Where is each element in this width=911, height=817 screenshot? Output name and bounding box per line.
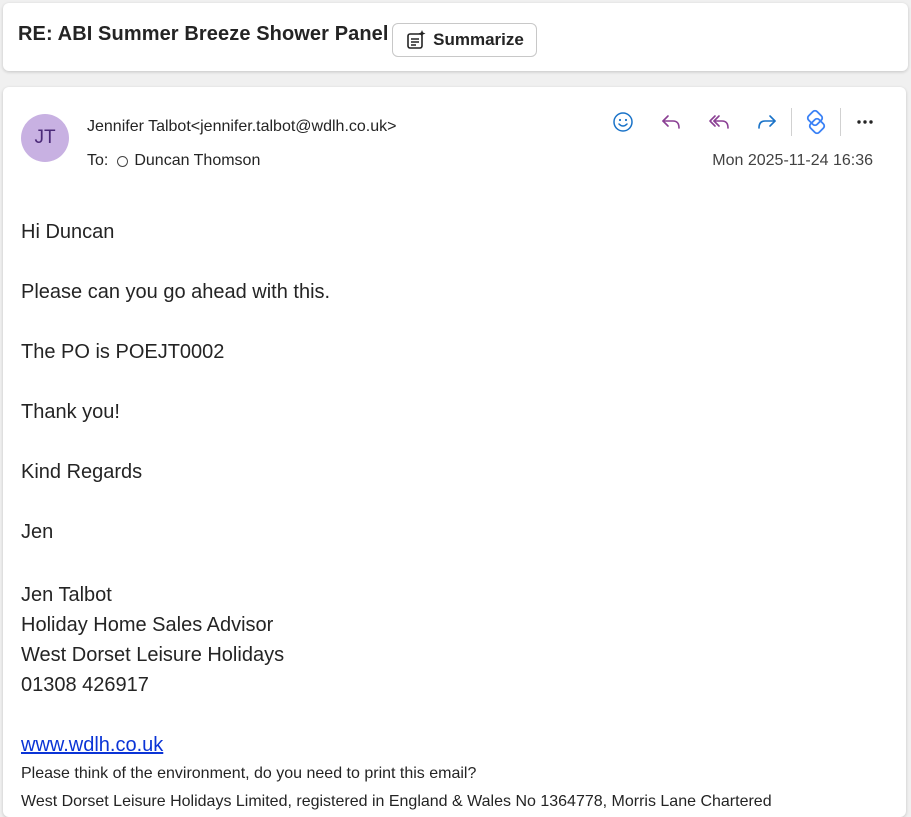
loop-icon[interactable] bbox=[803, 109, 829, 135]
signature-title: Holiday Home Sales Advisor bbox=[21, 614, 274, 636]
summarize-label: Summarize bbox=[433, 30, 524, 49]
body-line: Thank you! bbox=[21, 401, 120, 423]
smiley-icon[interactable] bbox=[610, 109, 636, 135]
subject-header: RE: ABI Summer Breeze Shower Panel Summa… bbox=[3, 3, 908, 71]
message-actions bbox=[610, 108, 878, 136]
greeting: Hi Duncan bbox=[21, 221, 115, 243]
body-line: The PO is POEJT0002 bbox=[21, 341, 225, 363]
sent-date: Mon 2025-11-24 16:36 bbox=[712, 152, 873, 169]
message-card: JT Jennifer Talbot<jennifer.talbot@wdlh.… bbox=[3, 87, 906, 817]
body-line: Please can you go ahead with this. bbox=[21, 281, 331, 303]
email-subject: RE: ABI Summer Breeze Shower Panel bbox=[18, 23, 389, 45]
message-body: Hi Duncan Please can you go ahead with t… bbox=[21, 220, 772, 816]
avatar[interactable]: JT bbox=[21, 114, 69, 162]
more-icon[interactable] bbox=[852, 109, 878, 135]
sender-address[interactable]: Jennifer Talbot<jennifer.talbot@wdlh.co.… bbox=[87, 118, 396, 136]
reply-all-icon[interactable] bbox=[706, 109, 732, 135]
recipient-name[interactable]: Duncan Thomson bbox=[134, 152, 260, 170]
summarize-button[interactable]: Summarize bbox=[392, 23, 537, 57]
summarize-icon bbox=[405, 29, 427, 51]
to-label: To: bbox=[87, 152, 109, 169]
reply-icon[interactable] bbox=[658, 109, 684, 135]
toolbar-divider bbox=[791, 108, 792, 136]
recipient-line: To: Duncan Thomson bbox=[87, 152, 260, 170]
website-link[interactable]: www.wdlh.co.uk bbox=[21, 730, 772, 760]
signature-company: West Dorset Leisure Holidays bbox=[21, 644, 285, 666]
legal-footer: West Dorset Leisure Holidays Limited, re… bbox=[21, 793, 772, 810]
presence-status-icon bbox=[117, 155, 129, 167]
signature-phone: 01308 426917 bbox=[21, 674, 149, 696]
toolbar-divider bbox=[840, 108, 841, 136]
signature-name: Jen Talbot bbox=[21, 584, 112, 606]
sender-short-name: Jen bbox=[21, 521, 54, 543]
environment-note: Please think of the environment, do you … bbox=[21, 765, 477, 782]
forward-icon[interactable] bbox=[754, 109, 780, 135]
closing: Kind Regards bbox=[21, 461, 143, 483]
